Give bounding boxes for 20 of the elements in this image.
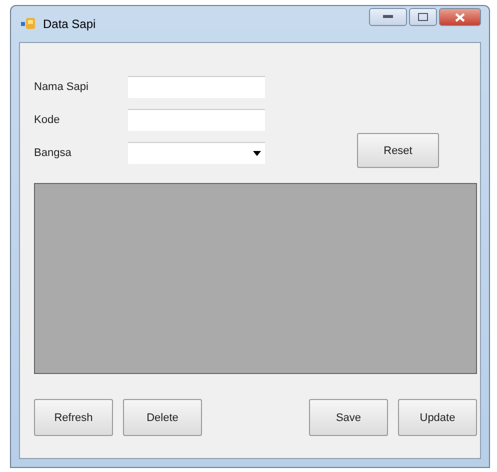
- app-icon: [21, 17, 37, 31]
- field-label: Kode: [34, 114, 61, 126]
- minimize-icon: [383, 15, 393, 19]
- action-button[interactable]: Refresh: [34, 399, 113, 436]
- dropdown-field[interactable]: [128, 142, 265, 164]
- window-title: Data Sapi: [43, 17, 96, 31]
- input-field[interactable]: [128, 109, 265, 131]
- minimize-button[interactable]: [369, 8, 407, 26]
- maximize-icon: [418, 13, 428, 21]
- field-label: Bangsa: [34, 147, 72, 159]
- close-button[interactable]: [439, 8, 481, 26]
- action-button[interactable]: Update: [398, 399, 477, 436]
- action-button[interactable]: Save: [309, 399, 388, 436]
- maximize-button[interactable]: [409, 8, 437, 26]
- reset-button[interactable]: Reset: [357, 133, 439, 168]
- close-icon: [455, 12, 465, 22]
- caret-icon: [253, 151, 261, 156]
- action-button[interactable]: Delete: [123, 399, 202, 436]
- field-label: Nama Sapi: [34, 81, 90, 93]
- input-field[interactable]: [128, 76, 265, 98]
